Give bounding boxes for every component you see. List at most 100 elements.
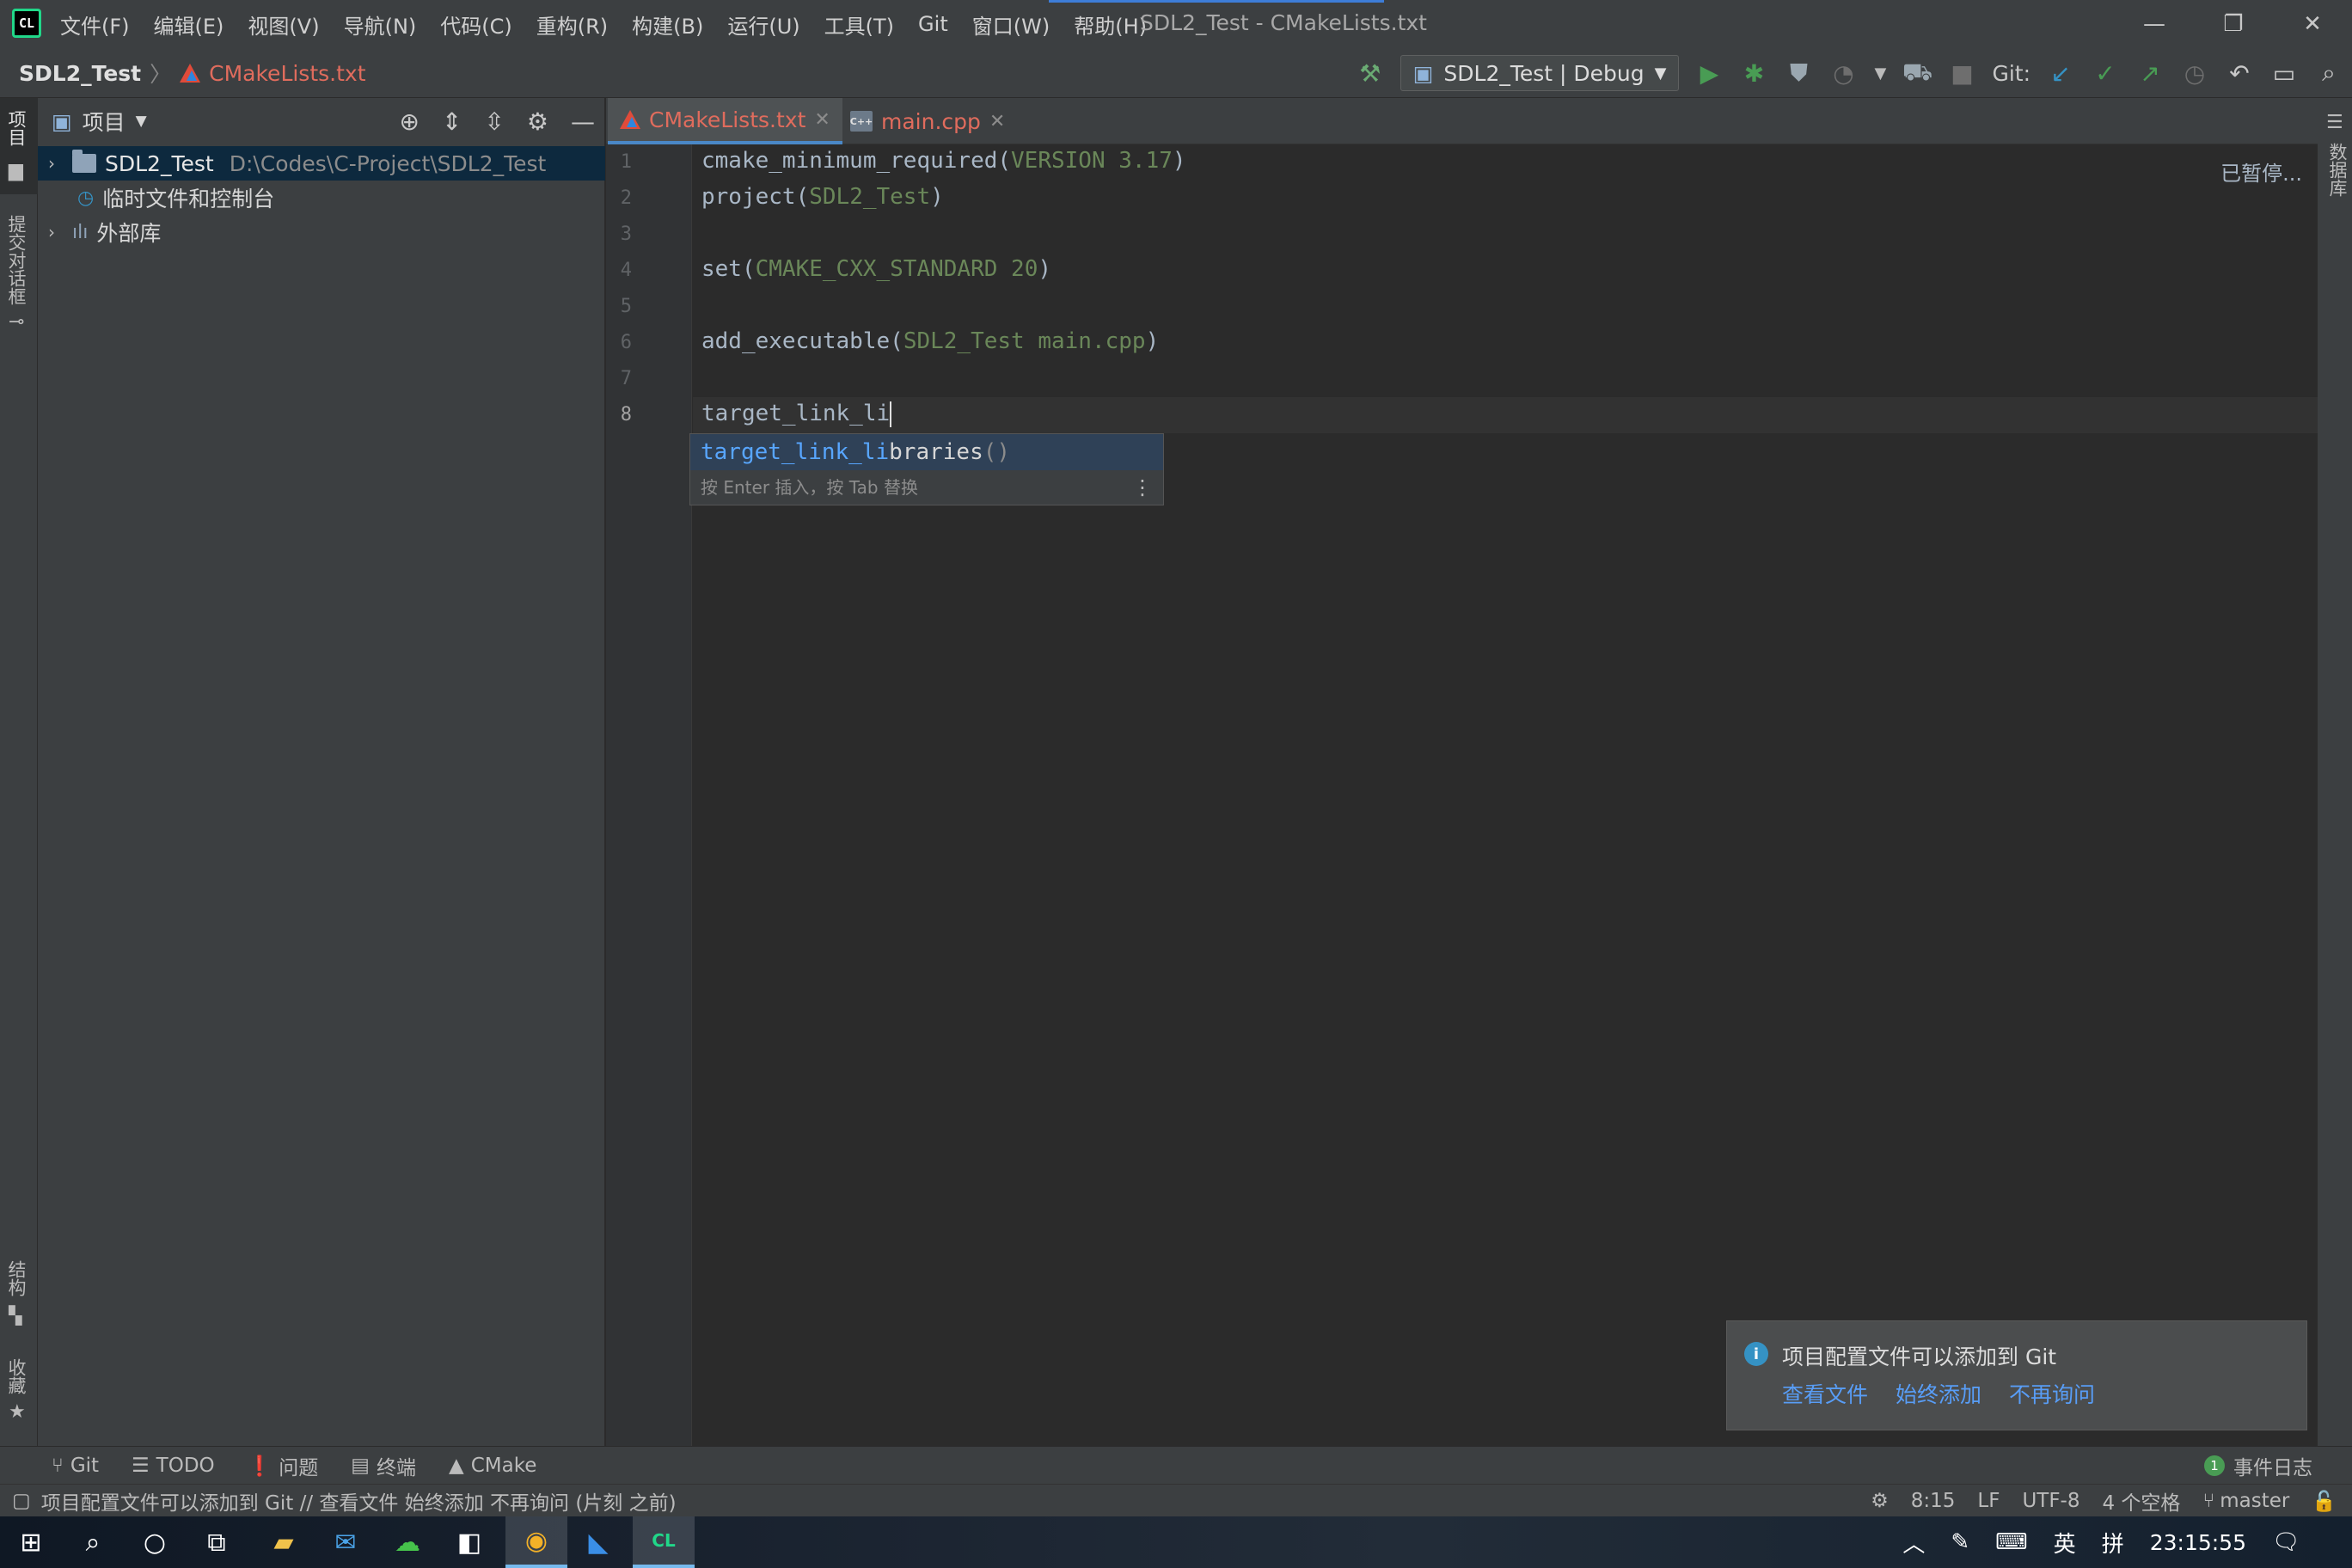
tool-tab-project[interactable]: 项目: [3, 110, 29, 146]
tab-main-cpp[interactable]: C++ main.cpp ✕: [838, 98, 1017, 144]
tool-tab-problems[interactable]: ❗ 问题: [248, 1451, 319, 1480]
ime-mode[interactable]: 拼: [2102, 1527, 2124, 1559]
view-files-link[interactable]: 查看文件: [1782, 1378, 1868, 1409]
keyboard-icon[interactable]: ⌨: [1995, 1529, 2028, 1555]
show-hidden-icons-chevron-up-icon[interactable]: ︿: [1902, 1527, 1925, 1559]
tool-tab-favorites[interactable]: 收藏: [3, 1358, 29, 1394]
menu-window[interactable]: 窗口(W): [972, 9, 1050, 40]
rollback-icon[interactable]: ↶: [2225, 58, 2254, 88]
tool-tab-cmake[interactable]: ▲ CMake: [449, 1455, 536, 1477]
gear-icon[interactable]: ⚙: [527, 107, 548, 136]
search-icon[interactable]: ⌕: [2314, 58, 2343, 88]
file-encoding[interactable]: UTF-8: [2022, 1490, 2079, 1512]
indent-setting[interactable]: 4 个空格: [2102, 1486, 2180, 1516]
close-button[interactable]: ✕: [2273, 0, 2352, 48]
build-hammer-icon[interactable]: ⚒: [1356, 58, 1385, 88]
tool-tab-commit[interactable]: 提交对话框: [3, 215, 29, 305]
close-icon[interactable]: ✕: [814, 109, 830, 131]
menu-run[interactable]: 运行(U): [727, 9, 799, 40]
run-icon[interactable]: ▶: [1694, 58, 1724, 88]
project-panel: ▣ 项目 ▼ ⊕ ⇕ ⇳ ⚙ — › SDL2_Test D:\Codes\C-…: [38, 98, 605, 1446]
search-icon[interactable]: ⌕: [62, 1516, 124, 1568]
attach-debugger-icon[interactable]: ⛟: [1902, 58, 1932, 88]
more-options-icon[interactable]: ⋮: [1132, 475, 1153, 499]
start-button-windows-icon[interactable]: ⊞: [0, 1516, 62, 1568]
code-editor[interactable]: cmake_minimum_required(VERSION 3.17) pro…: [693, 144, 2318, 1446]
expand-all-icon[interactable]: ⇕: [442, 107, 462, 136]
tree-item-external-libraries[interactable]: › ılı 外部库: [38, 215, 605, 249]
tab-cmakelists[interactable]: CMakeLists.txt ✕: [608, 98, 842, 144]
store-bag-icon[interactable]: ◧: [438, 1516, 500, 1568]
always-add-link[interactable]: 始终添加: [1896, 1378, 1981, 1409]
menu-build[interactable]: 构建(B): [632, 9, 703, 40]
debug-icon[interactable]: ✱: [1739, 58, 1768, 88]
title-bar: CL 文件(F) 编辑(E) 视图(V) 导航(N) 代码(C) 重构(R) 构…: [0, 0, 2352, 48]
menu-git[interactable]: Git: [918, 12, 948, 36]
hide-panel-icon[interactable]: —: [571, 107, 595, 136]
file-explorer-icon[interactable]: ▰: [253, 1516, 315, 1568]
cortana-circle-icon[interactable]: ○: [124, 1516, 186, 1568]
code-line: project(SDL2_Test): [701, 184, 944, 210]
git-commit-icon[interactable]: ✓: [2091, 58, 2120, 88]
notification-center-icon[interactable]: 🗨: [2272, 1529, 2300, 1555]
presentation-mode-icon[interactable]: ▭: [2269, 58, 2299, 88]
visual-studio-code-icon[interactable]: ◣: [567, 1516, 629, 1568]
chevron-right-icon[interactable]: ›: [48, 153, 64, 174]
analysis-paused-label[interactable]: 已暂停...: [2220, 156, 2302, 187]
mail-icon[interactable]: ✉: [315, 1516, 377, 1568]
tree-item-project-root[interactable]: › SDL2_Test D:\Codes\C-Project\SDL2_Test: [38, 146, 605, 181]
completion-item[interactable]: target_link_li braries(): [690, 434, 1163, 470]
menu-view[interactable]: 视图(V): [248, 9, 319, 40]
git-branch-widget[interactable]: ⑂ master: [2202, 1490, 2289, 1512]
line-separator[interactable]: LF: [1977, 1490, 2000, 1512]
git-branch-icon: ⑂: [2202, 1490, 2215, 1512]
chevron-right-icon[interactable]: ›: [48, 222, 64, 242]
project-view-select[interactable]: ▣ 项目 ▼: [52, 98, 147, 144]
pen-ink-icon[interactable]: ✎: [1951, 1529, 1969, 1555]
tool-tab-terminal[interactable]: ▤ 终端: [351, 1451, 416, 1480]
caret-position[interactable]: 8:15: [1911, 1490, 1956, 1512]
event-log-tab[interactable]: 1 事件日志: [2204, 1447, 2312, 1485]
menu-tools[interactable]: 工具(T): [824, 9, 894, 40]
cmake-icon: ▲: [449, 1455, 464, 1477]
menu-code[interactable]: 代码(C): [440, 9, 511, 40]
minimize-button[interactable]: —: [2115, 0, 2194, 48]
background-tasks-icon[interactable]: ⚙: [1871, 1490, 1889, 1512]
task-view-icon[interactable]: ⧉: [186, 1516, 248, 1568]
event-count-badge: 1: [2204, 1455, 2225, 1476]
read-only-lock-icon[interactable]: 🔓: [2312, 1490, 2337, 1513]
menu-edit[interactable]: 编辑(E): [154, 9, 224, 40]
close-icon[interactable]: ✕: [989, 111, 1005, 132]
input-language[interactable]: 英: [2054, 1527, 2076, 1559]
menu-refactor[interactable]: 重构(R): [536, 9, 608, 40]
restore-button[interactable]: ❐: [2194, 0, 2273, 48]
more-run-options-icon[interactable]: ▼: [1873, 58, 1887, 88]
clock[interactable]: 23:15:55: [2150, 1530, 2246, 1555]
collapse-all-icon[interactable]: ⇳: [484, 107, 504, 136]
git-push-icon[interactable]: ↗: [2135, 58, 2165, 88]
dont-ask-again-link[interactable]: 不再询问: [2009, 1378, 2095, 1409]
locate-file-icon[interactable]: ⊕: [399, 107, 419, 136]
tool-tab-todo[interactable]: ☰ TODO: [132, 1455, 215, 1477]
wechat-icon[interactable]: ☁: [377, 1516, 438, 1568]
tool-tab-database[interactable]: 数据库: [2324, 143, 2350, 197]
menu-navigate[interactable]: 导航(N): [344, 9, 417, 40]
breadcrumb-project[interactable]: SDL2_Test: [19, 61, 141, 86]
folder-icon: ▆: [9, 160, 23, 181]
chrome-icon[interactable]: ◉: [505, 1516, 567, 1568]
scratches-clock-icon: ◷: [77, 187, 95, 209]
profile-icon[interactable]: ◔: [1828, 58, 1858, 88]
menu-help[interactable]: 帮助(H): [1074, 9, 1147, 40]
tree-item-scratches[interactable]: ◷ 临时文件和控制台: [38, 181, 605, 215]
git-update-icon[interactable]: ↙: [2046, 58, 2075, 88]
breadcrumb-file[interactable]: CMakeLists.txt: [209, 61, 365, 86]
clion-icon[interactable]: CL: [633, 1516, 695, 1568]
tool-tab-git[interactable]: ⑂ Git: [52, 1455, 99, 1477]
run-with-coverage-icon[interactable]: ⛊: [1784, 58, 1813, 88]
status-message-area[interactable]: ▢ 项目配置文件可以添加到 Git // 查看文件 始终添加 不再询问 (片刻 …: [12, 1485, 677, 1517]
stop-icon[interactable]: ■: [1947, 58, 1976, 88]
tool-tab-structure[interactable]: 结构: [3, 1260, 29, 1296]
menu-file[interactable]: 文件(F): [60, 9, 130, 40]
git-history-icon[interactable]: ◷: [2180, 58, 2209, 88]
run-configuration-select[interactable]: ▣ SDL2_Test | Debug ▼: [1400, 55, 1680, 91]
